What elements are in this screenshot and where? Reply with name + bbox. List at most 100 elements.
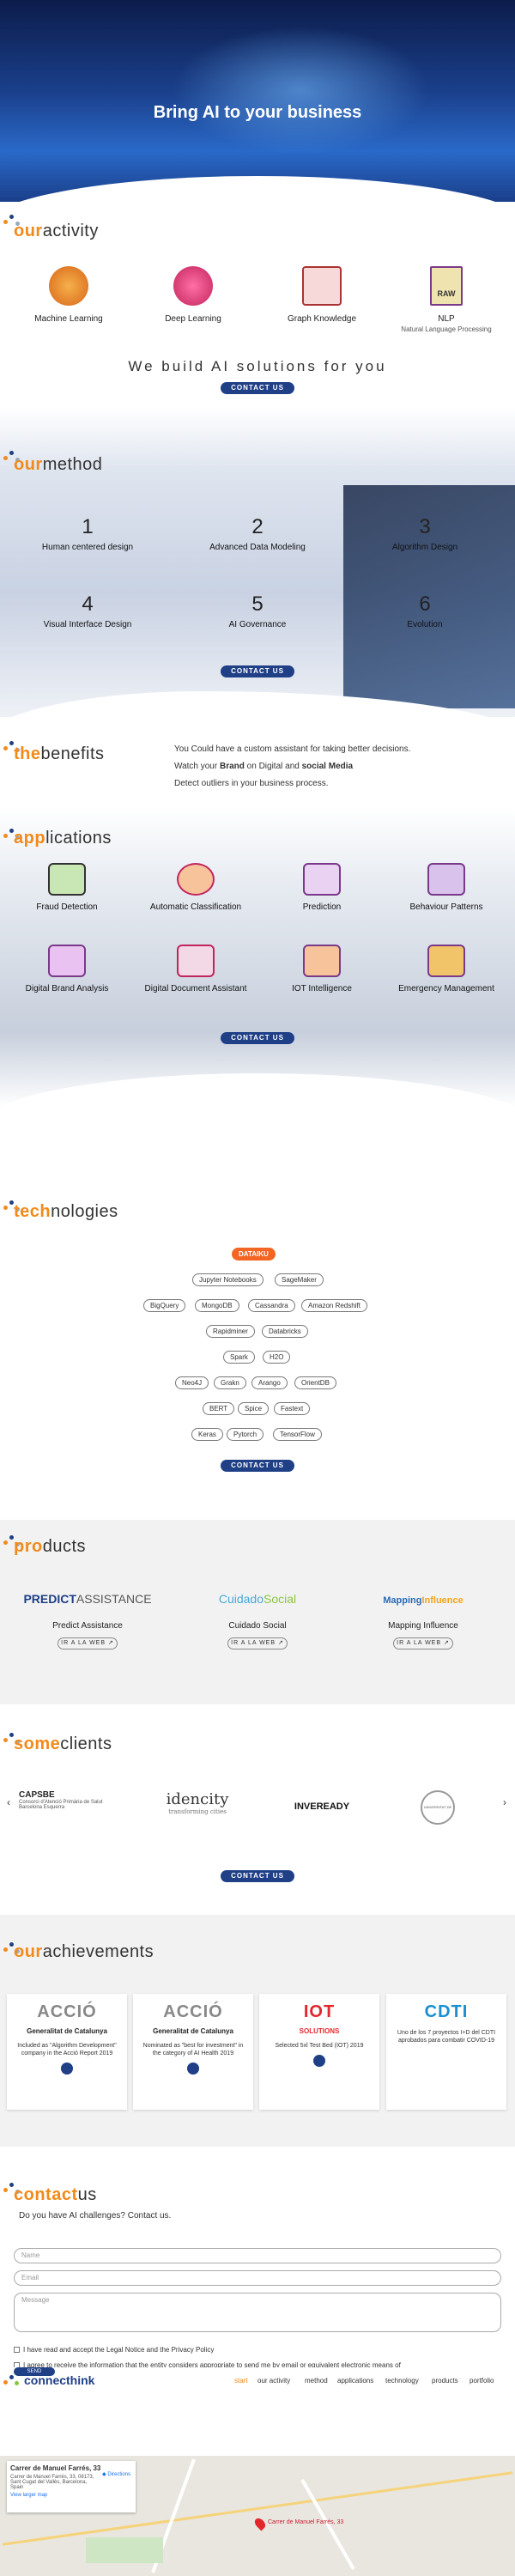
nav-technology[interactable]: technology: [385, 2377, 419, 2385]
pattern-blocks-icon: [427, 863, 465, 896]
applications-title: applications: [14, 829, 112, 848]
benefit-line: Watch your Brand on Digital and social M…: [174, 762, 354, 771]
nav-portfolio[interactable]: portfolio: [470, 2377, 494, 2385]
application-item: Emergency Management: [386, 945, 506, 993]
achievements-title: ourachievements: [14, 1942, 154, 1961]
nav-products[interactable]: products: [432, 2377, 458, 2385]
legal-checkbox[interactable]: I have read and accept the Legal Notice …: [14, 2346, 214, 2354]
message-field[interactable]: Message: [14, 2293, 501, 2332]
navbar: SEND connecthink start our activity meth…: [0, 2367, 515, 2393]
product-mapping-influence: MappingInfluence Mapping Influence IR A …: [350, 1590, 496, 1649]
contact-us-button[interactable]: CONTACT US: [221, 1460, 294, 1472]
achievement-card: IOT SOLUTIONS Selected 5xl Test Bed (IOT) …: [259, 1994, 379, 2110]
method-step: 6 Evolution: [407, 592, 443, 629]
client-logo-inveready: INVEREADY: [294, 1801, 350, 1812]
method-step: 4 Visual Interface Design: [43, 592, 132, 629]
tech-tag: SageMaker: [275, 1273, 324, 1286]
tagline: We build AI solutions for you: [128, 358, 387, 374]
prediction-chart-icon: [303, 863, 341, 896]
tech-tag: Fastext: [274, 1402, 311, 1415]
download-icon[interactable]: [313, 2055, 325, 2067]
visit-web-button[interactable]: IR A LA WEB ↗: [58, 1637, 118, 1649]
magnifier-icon: [177, 863, 215, 896]
brand-name[interactable]: connecthink: [24, 2373, 94, 2387]
application-item: Behaviour Patterns: [386, 863, 506, 912]
tech-tag-highlight: DATAIKU: [232, 1248, 276, 1261]
tech-tag: Rapidminer: [206, 1325, 255, 1338]
contact-us-button[interactable]: CONTACT US: [221, 382, 294, 394]
map-embed[interactable]: Carrer de Manuel Farrés, 33 Carrer de Ma…: [0, 2456, 515, 2576]
achievement-card: ACCIÓ Generalitat de Catalunya Included as…: [7, 1994, 127, 2110]
hero-glow: [172, 26, 429, 155]
tech-tag: BigQuery: [143, 1299, 186, 1312]
globe-brain-icon: [49, 266, 88, 306]
products-section: products PREDICTASSISTANCE Predict Assis…: [0, 1520, 515, 1704]
contact-section: contactus Do you have AI challenges? Con…: [0, 2147, 515, 2404]
chevron-left-icon[interactable]: ‹: [7, 1796, 10, 1808]
activity-nlp: RAW NLP Natural Language Processing: [395, 266, 498, 333]
connecthink-logo-icon: [3, 2375, 21, 2387]
tech-tag: Spark: [223, 1351, 255, 1364]
nav-method[interactable]: method: [305, 2377, 328, 2385]
nav-applications[interactable]: applications: [337, 2377, 373, 2385]
contact-us-button[interactable]: CONTACT US: [221, 665, 294, 677]
activity-graph-knowledge: Graph Knowledge: [270, 266, 373, 324]
activity-label: Deep Learning: [165, 314, 221, 324]
tech-tag: Spice: [238, 1402, 270, 1415]
map-address: Carrer de Manuel Farrés, 33, 08173, Sant…: [10, 2475, 94, 2490]
tech-tag: Cassandra: [248, 1299, 295, 1312]
client-logo-capsbe: CAPSBE Consorci d'Atenció Primària de Sal…: [19, 1790, 103, 1810]
visit-web-button[interactable]: IR A LA WEB ↗: [227, 1637, 288, 1649]
email-field[interactable]: Email: [14, 2270, 501, 2286]
contact-us-button[interactable]: CONTACT US: [221, 1870, 294, 1882]
hero-title: Bring AI to your business: [153, 103, 362, 122]
application-item: Prediction: [262, 863, 382, 912]
nav-our-activity[interactable]: our activity: [258, 2377, 290, 2385]
product-cuidado-social: CuidadoSocial Cuidado Social IR A LA WEB…: [185, 1590, 330, 1649]
tech-tag: BERT: [203, 1402, 235, 1415]
activity-section: ouractivity Machine Learning Deep Learni…: [0, 202, 515, 408]
application-item: Digital Document Assistant: [136, 945, 256, 993]
achievements-section: ourachievements ACCIÓ Generalitat de Cata…: [0, 1915, 515, 2147]
products-title: products: [14, 1537, 87, 1556]
brand-network-icon: [48, 945, 86, 977]
iot-devices-icon: [303, 945, 341, 977]
document-icon: [177, 945, 215, 977]
contact-us-button[interactable]: CONTACT US: [221, 1032, 294, 1044]
tech-tag: Keras: [191, 1428, 223, 1441]
tech-tag: Jupyter Notebooks: [192, 1273, 264, 1286]
name-field[interactable]: Name: [14, 2248, 501, 2263]
download-icon[interactable]: [61, 2063, 73, 2075]
method-title: ourmethod: [14, 455, 103, 474]
product-predict-assistance: PREDICTASSISTANCE Predict Assistance IR …: [15, 1590, 161, 1649]
application-item: Digital Brand Analysis: [7, 945, 127, 993]
method-step: 3 Algorithm Design: [391, 515, 458, 552]
method-step: 2 Advanced Data Modeling: [209, 515, 306, 552]
map-pin-icon[interactable]: [252, 2516, 268, 2531]
activity-deep-learning: Deep Learning: [142, 266, 245, 324]
download-icon[interactable]: [187, 2063, 199, 2075]
hero-wave: [0, 176, 515, 202]
nav-start[interactable]: start: [234, 2377, 248, 2385]
page: Bring AI to your business ouractivity Ma…: [0, 0, 515, 2576]
application-item: Automatic Classification: [136, 863, 256, 912]
tech-tag: Arango: [251, 1376, 288, 1389]
activity-label: NLP: [438, 314, 455, 324]
clients-section: someclients ‹ CAPSBE Consorci d'Atenció P…: [0, 1709, 515, 1906]
tech-tag: Pytorch: [227, 1428, 264, 1441]
method-section: ourmethod 1 Human centered design 2 Advanc…: [0, 408, 515, 717]
directions-link[interactable]: ◆ Directions: [102, 2471, 130, 2477]
fraud-board-icon: [48, 863, 86, 896]
achievement-card: ACCIÓ Generalitat de Catalunya Nominated a…: [133, 1994, 253, 2110]
benefits-title: thebenefits: [14, 744, 105, 763]
emergency-icon: [427, 945, 465, 977]
chevron-right-icon[interactable]: ›: [503, 1796, 506, 1808]
visit-web-button[interactable]: IR A LA WEB ↗: [393, 1637, 453, 1649]
achievement-card: CDTI Uno de los 7 proyectos I+D del CDTI …: [386, 1994, 506, 2110]
benefits-section: thebenefits You Could have a custom assi…: [0, 717, 515, 807]
clients-title: someclients: [14, 1735, 112, 1753]
view-larger-map-link[interactable]: View larger map: [10, 2493, 132, 2498]
application-item: Fraud Detection: [7, 863, 127, 912]
client-logo-ub: UNIVERSITAT DE BARCELONA: [421, 1790, 455, 1825]
client-logo-idencity: idencity transforming cities: [166, 1790, 229, 1815]
